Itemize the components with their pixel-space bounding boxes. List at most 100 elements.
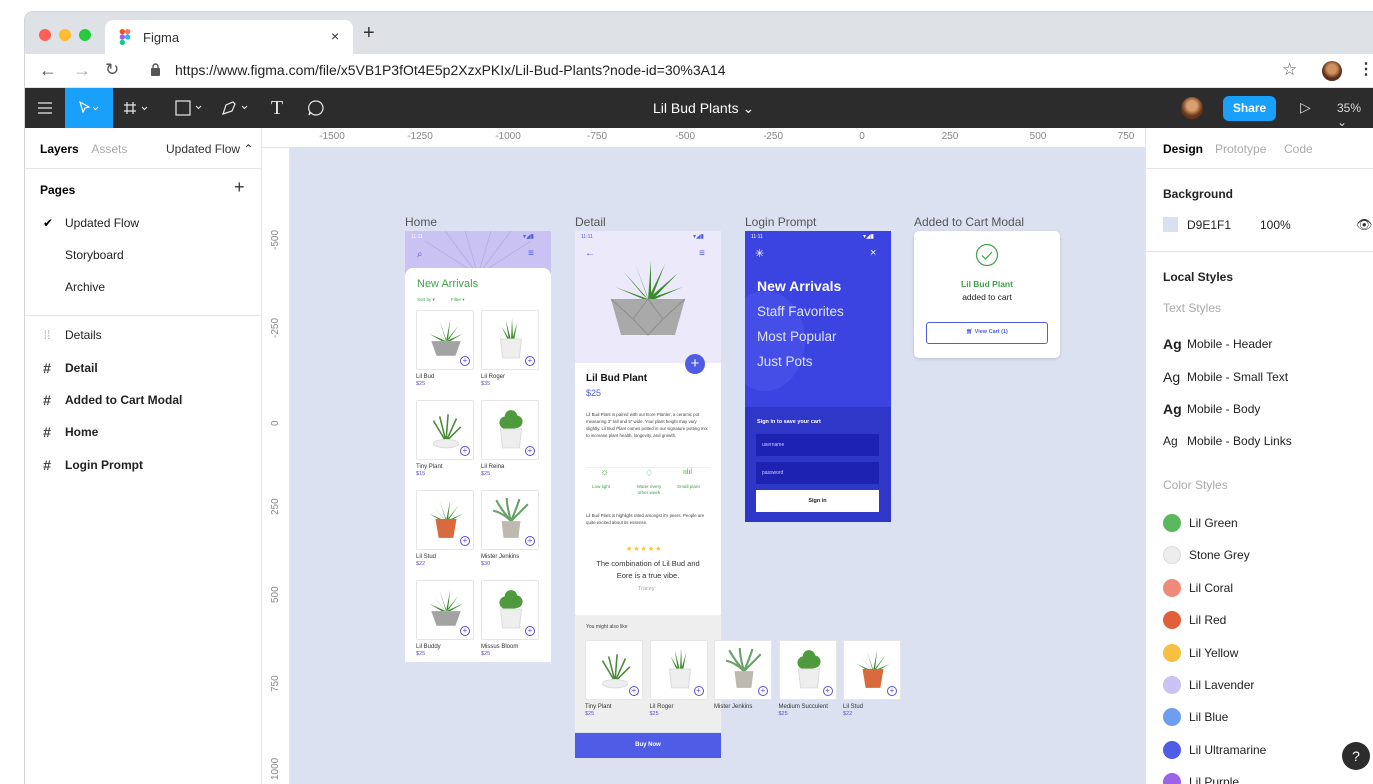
background-fill-row[interactable]: D9E1F1 100%: [1163, 217, 1291, 232]
shape-tool-icon[interactable]: [170, 88, 210, 128]
added-to-cart-modal[interactable]: Lil Bud Plant added to cart 🛒︎ View Cart…: [914, 231, 1060, 358]
frame-label-modal[interactable]: Added to Cart Modal: [914, 215, 1024, 229]
product-card[interactable]: +: [416, 490, 474, 550]
product-card[interactable]: +: [481, 490, 539, 550]
detail-frame[interactable]: 11:11 ▾◢▮ ← ≡ + Lil Bud Plant $25 Lil Bu…: [575, 231, 721, 615]
menu-icon[interactable]: ≡: [699, 248, 705, 259]
browser-tab[interactable]: Figma ×: [105, 20, 353, 54]
tab-prototype[interactable]: Prototype: [1215, 142, 1266, 156]
more-menu-icon[interactable]: ⋮: [1358, 59, 1373, 79]
add-icon[interactable]: +: [693, 686, 704, 696]
layer-details[interactable]: ⁞⁞ Details: [39, 328, 102, 342]
frame-tool-icon[interactable]: [117, 88, 157, 128]
suggestion-card[interactable]: +: [585, 640, 643, 700]
share-button[interactable]: Share: [1223, 96, 1276, 121]
color-style-lil-red[interactable]: Lil Red: [1163, 611, 1226, 630]
minimize-window-button[interactable]: [59, 29, 71, 41]
text-style-mobile-small[interactable]: Ag Mobile - Small Text: [1163, 369, 1288, 385]
product-card[interactable]: +: [481, 580, 539, 640]
tab-code[interactable]: Code: [1284, 142, 1313, 156]
canvas[interactable]: -1500 -1250 -1000 -750 -500 -250 0 250 5…: [262, 128, 1145, 784]
frame-label-home[interactable]: Home: [405, 215, 437, 229]
help-button[interactable]: ?: [1342, 742, 1370, 770]
forward-icon[interactable]: →: [73, 60, 91, 81]
color-style-lil-coral[interactable]: Lil Coral: [1163, 578, 1233, 597]
add-icon[interactable]: +: [525, 356, 535, 366]
text-style-mobile-body[interactable]: Ag Mobile - Body: [1163, 401, 1260, 417]
product-card[interactable]: +: [416, 310, 474, 370]
bookmark-star-icon[interactable]: ☆: [1282, 60, 1297, 80]
tab-design[interactable]: Design: [1163, 142, 1203, 156]
suggestion-card[interactable]: +: [714, 640, 772, 700]
suggestion-card[interactable]: +: [778, 640, 837, 700]
filter-dropdown[interactable]: Filter ▾: [451, 297, 465, 303]
sort-by-dropdown[interactable]: Sort by ▾: [417, 297, 435, 303]
zoom-level[interactable]: 35% ⌄: [1337, 101, 1373, 129]
view-cart-button[interactable]: 🛒︎ View Cart (1): [926, 322, 1048, 344]
close-icon[interactable]: ×: [870, 247, 876, 259]
login-frame[interactable]: 11:11 ▾◢▮ ✳ × New Arrivals Staff Favorit…: [745, 231, 891, 522]
search-icon[interactable]: ⌕: [417, 249, 423, 260]
pen-tool-icon[interactable]: [215, 88, 257, 128]
product-card[interactable]: +: [416, 400, 474, 460]
add-icon[interactable]: +: [460, 626, 470, 636]
suggestion-card[interactable]: +: [843, 640, 901, 700]
add-icon[interactable]: +: [525, 536, 535, 546]
back-arrow-icon[interactable]: ←: [585, 248, 595, 259]
add-icon[interactable]: +: [525, 626, 535, 636]
color-style-lil-ultramarine[interactable]: Lil Ultramarine: [1163, 740, 1266, 759]
menu-new-arrivals[interactable]: New Arrivals: [757, 278, 841, 294]
add-icon[interactable]: +: [758, 686, 768, 696]
close-tab-icon[interactable]: ×: [331, 28, 339, 44]
add-icon[interactable]: +: [822, 686, 833, 696]
product-card[interactable]: +: [481, 310, 539, 370]
add-to-cart-button[interactable]: +: [685, 354, 705, 374]
text-style-mobile-body-links[interactable]: Ag Mobile - Body Links: [1163, 434, 1292, 448]
add-icon[interactable]: +: [460, 536, 470, 546]
product-card[interactable]: +: [481, 400, 539, 460]
background-swatch[interactable]: [1163, 217, 1178, 232]
tab-assets[interactable]: Assets: [91, 142, 127, 156]
color-style-lil-purple[interactable]: Lil Purple: [1163, 773, 1239, 784]
main-menu-icon[interactable]: [25, 88, 65, 128]
menu-staff-favorites[interactable]: Staff Favorites: [757, 304, 844, 319]
document-title[interactable]: Lil Bud Plants ⌄: [653, 100, 754, 117]
close-window-button[interactable]: [39, 29, 51, 41]
present-play-icon[interactable]: ▷: [1300, 99, 1311, 116]
username-input[interactable]: username: [756, 434, 879, 456]
layer-home[interactable]: # Home: [39, 424, 98, 440]
suggestion-card[interactable]: +: [649, 640, 708, 700]
frame-label-detail[interactable]: Detail: [575, 215, 606, 229]
layer-login-prompt[interactable]: # Login Prompt: [39, 457, 143, 473]
visibility-eye-icon[interactable]: 👁︎: [1356, 217, 1373, 233]
add-icon[interactable]: +: [887, 686, 897, 696]
product-card[interactable]: +: [416, 580, 474, 640]
new-tab-button[interactable]: +: [363, 22, 375, 45]
add-icon[interactable]: +: [460, 446, 470, 456]
page-storyboard[interactable]: Storyboard: [65, 248, 124, 262]
frame-label-login[interactable]: Login Prompt: [745, 215, 816, 229]
sign-in-button[interactable]: Sign in: [756, 490, 879, 512]
add-icon[interactable]: +: [629, 686, 639, 696]
menu-most-popular[interactable]: Most Popular: [757, 329, 837, 344]
color-style-lil-green[interactable]: Lil Green: [1163, 514, 1238, 532]
color-style-stone-grey[interactable]: Stone Grey: [1163, 546, 1250, 565]
maximize-window-button[interactable]: [79, 29, 91, 41]
url-field[interactable]: https://www.figma.com/file/x5VB1P3fOt4E5…: [175, 62, 726, 78]
buy-now-button[interactable]: Buy Now: [575, 733, 721, 758]
profile-avatar[interactable]: [1322, 61, 1342, 81]
tab-layers[interactable]: Layers: [40, 142, 79, 156]
add-icon[interactable]: +: [460, 356, 470, 366]
color-style-lil-lavender[interactable]: Lil Lavender: [1163, 676, 1254, 694]
background-hex[interactable]: D9E1F1: [1187, 218, 1260, 232]
layer-added-to-cart-modal[interactable]: # Added to Cart Modal: [39, 392, 182, 408]
move-tool-icon[interactable]: [65, 88, 113, 128]
page-updated-flow[interactable]: Updated Flow: [65, 216, 139, 230]
password-input[interactable]: password: [756, 462, 879, 484]
layer-detail[interactable]: # Detail: [39, 360, 98, 376]
comment-tool-icon[interactable]: [299, 88, 333, 128]
menu-just-pots[interactable]: Just Pots: [757, 354, 813, 369]
menu-icon[interactable]: ≡: [528, 248, 534, 259]
user-avatar[interactable]: [1181, 97, 1203, 119]
page-archive[interactable]: Archive: [65, 280, 105, 294]
